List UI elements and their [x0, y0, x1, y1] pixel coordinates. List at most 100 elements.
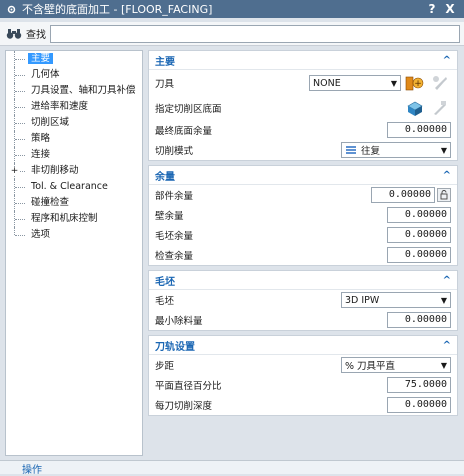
group-header-main[interactable]: 主要 ^ [149, 51, 457, 70]
percent-label: 平面直径百分比 [155, 381, 222, 392]
tree-item[interactable]: + 非切削移动 [6, 163, 142, 179]
tree-item-label: 主要 [28, 53, 54, 64]
new-tool-icon[interactable]: + [404, 73, 426, 93]
wall-stock-field[interactable]: 0.00000 [387, 207, 451, 223]
tree-item[interactable]: 程序和机床控制 [6, 211, 142, 227]
group-main: 主要 ^ 刀具 NONE ▼ + 指定切削区底面 最终底面余量 0.00000 … [148, 50, 458, 161]
group-header-blank[interactable]: 毛坯 ^ [149, 271, 457, 290]
tree-item[interactable]: 主要 [6, 51, 142, 67]
tree-item[interactable]: 碰撞检查 [6, 195, 142, 211]
search-bar: 查找 [0, 22, 464, 46]
group-title: 主要 [155, 56, 175, 68]
blank-select[interactable]: 3D IPW ▼ [341, 292, 451, 308]
final-floor-label: 最终底面余量 [155, 126, 213, 137]
part-stock-row: 部件余量 0.00000 [149, 185, 457, 205]
collapse-icon[interactable]: ^ [443, 170, 451, 181]
depth-field[interactable]: 0.00000 [387, 397, 451, 413]
min-remove-row: 最小除料量 0.00000 [149, 310, 457, 330]
settings-icon [5, 3, 17, 15]
tree-item-label: 进给率和速度 [31, 101, 89, 112]
tree-item[interactable]: Tol. & Clearance [6, 179, 142, 195]
stepover-row: 步距 % 刀具平直 ▼ [149, 355, 457, 375]
tree-item[interactable]: 几何体 [6, 67, 142, 83]
tool-select[interactable]: NONE ▼ [309, 75, 401, 91]
search-input[interactable] [50, 24, 460, 43]
part-stock-field[interactable]: 0.00000 [371, 187, 435, 203]
cut-area-row: 指定切削区底面 [149, 96, 457, 120]
collapse-icon[interactable]: ^ [443, 340, 451, 351]
edit-tool-icon[interactable] [429, 73, 451, 93]
group-stock: 余量 ^ 部件余量 0.00000 壁余量 0.00000 毛坯余量 0.000… [148, 165, 458, 266]
blank-label: 毛坯 [155, 296, 175, 307]
check-stock-label: 检查余量 [155, 251, 194, 262]
percent-field[interactable]: 75.0000 [387, 377, 451, 393]
group-blank: 毛坯 ^ 毛坯 3D IPW ▼ 最小除料量 0.00000 [148, 270, 458, 331]
tree-item-label: 切削区域 [31, 117, 70, 128]
window-title: 不含壁的底面加工 - [FLOOR_FACING] [22, 3, 213, 16]
chevron-down-icon: ▼ [440, 295, 447, 305]
svg-text:+: + [414, 79, 422, 89]
blank-value: 3D IPW [345, 294, 380, 306]
chevron-down-icon: ▼ [390, 78, 397, 88]
check-stock-field[interactable]: 0.00000 [387, 247, 451, 263]
group-title: 毛坯 [155, 276, 175, 288]
operations-label: 操作 [22, 465, 42, 476]
group-title: 余量 [155, 171, 175, 183]
expand-icon[interactable]: + [10, 167, 19, 176]
tree-item[interactable]: 策略 [6, 131, 142, 147]
binoculars-icon[interactable] [4, 26, 24, 42]
stepover-select[interactable]: % 刀具平直 ▼ [341, 357, 451, 373]
blank-stock-row: 毛坯余量 0.00000 [149, 225, 457, 245]
tree-item[interactable]: 刀具设置、轴和刀具补偿 [6, 83, 142, 99]
tree-item[interactable]: 选项 [6, 227, 142, 243]
group-header-stock[interactable]: 余量 ^ [149, 166, 457, 185]
wall-stock-label: 壁余量 [155, 211, 184, 222]
cut-mode-value: 往复 [361, 146, 381, 157]
group-path-settings: 刀轨设置 ^ 步距 % 刀具平直 ▼ 平面直径百分比 75.0000 每刀切削深… [148, 335, 458, 416]
tree-item[interactable]: 切削区域 [6, 115, 142, 131]
blank-stock-field[interactable]: 0.00000 [387, 227, 451, 243]
tree-item-label: 连接 [31, 149, 51, 160]
cut-area-label: 指定切削区底面 [155, 104, 222, 115]
zigzag-pattern-icon [345, 145, 357, 155]
group-header-path[interactable]: 刀轨设置 ^ [149, 336, 457, 355]
tree-item-label: 碰撞检查 [31, 197, 70, 208]
tool-value: NONE [313, 77, 341, 89]
blank-stock-label: 毛坯余量 [155, 231, 194, 242]
part-stock-label: 部件余量 [155, 191, 194, 202]
tree-item[interactable]: 连接 [6, 147, 142, 163]
depth-row: 每刀切削深度 0.00000 [149, 395, 457, 415]
tree-item-label: 选项 [31, 229, 51, 240]
collapse-icon[interactable]: ^ [443, 55, 451, 66]
wall-stock-row: 壁余量 0.00000 [149, 205, 457, 225]
tree-item[interactable]: 进给率和速度 [6, 99, 142, 115]
navigation-tree: 主要几何体刀具设置、轴和刀具补偿 进给率和速度 切削区域策略连接 + 非切削移动 Tol.… [5, 50, 143, 456]
chevron-down-icon: ▼ [440, 360, 447, 370]
final-floor-row: 最终底面余量 0.00000 [149, 120, 457, 140]
display-face-icon[interactable] [429, 98, 451, 118]
percent-row: 平面直径百分比 75.0000 [149, 375, 457, 395]
title-bar: 不含壁的底面加工 - [FLOOR_FACING] ? X [0, 0, 464, 18]
tree-item-label: 非切削移动 [31, 165, 79, 176]
collapse-icon[interactable]: ^ [443, 275, 451, 286]
final-floor-field[interactable]: 0.00000 [387, 122, 451, 138]
check-stock-row: 检查余量 0.00000 [149, 245, 457, 265]
operations-section[interactable]: 操作 [0, 460, 464, 476]
close-button[interactable]: X [441, 2, 459, 16]
select-face-icon[interactable] [404, 98, 426, 118]
lock-icon[interactable] [437, 188, 451, 202]
depth-label: 每刀切削深度 [155, 401, 213, 412]
stepover-value: % 刀具平直 [345, 361, 396, 372]
tree-item-label: 程序和机床控制 [31, 213, 98, 224]
tree-item-label: 策略 [31, 133, 51, 144]
cut-mode-label: 切削模式 [155, 146, 194, 157]
content-panel: 主要 ^ 刀具 NONE ▼ + 指定切削区底面 最终底面余量 0.00000 … [148, 50, 458, 456]
tool-row: 刀具 NONE ▼ + [149, 70, 457, 96]
search-label: 查找 [26, 30, 46, 41]
help-button[interactable]: ? [423, 2, 441, 16]
tree-item-label: 刀具设置、轴和刀具补偿 [31, 85, 136, 96]
min-remove-field[interactable]: 0.00000 [387, 312, 451, 328]
min-remove-label: 最小除料量 [155, 316, 203, 327]
chevron-down-icon: ▼ [440, 145, 447, 155]
cut-mode-select[interactable]: 往复 ▼ [341, 142, 451, 158]
